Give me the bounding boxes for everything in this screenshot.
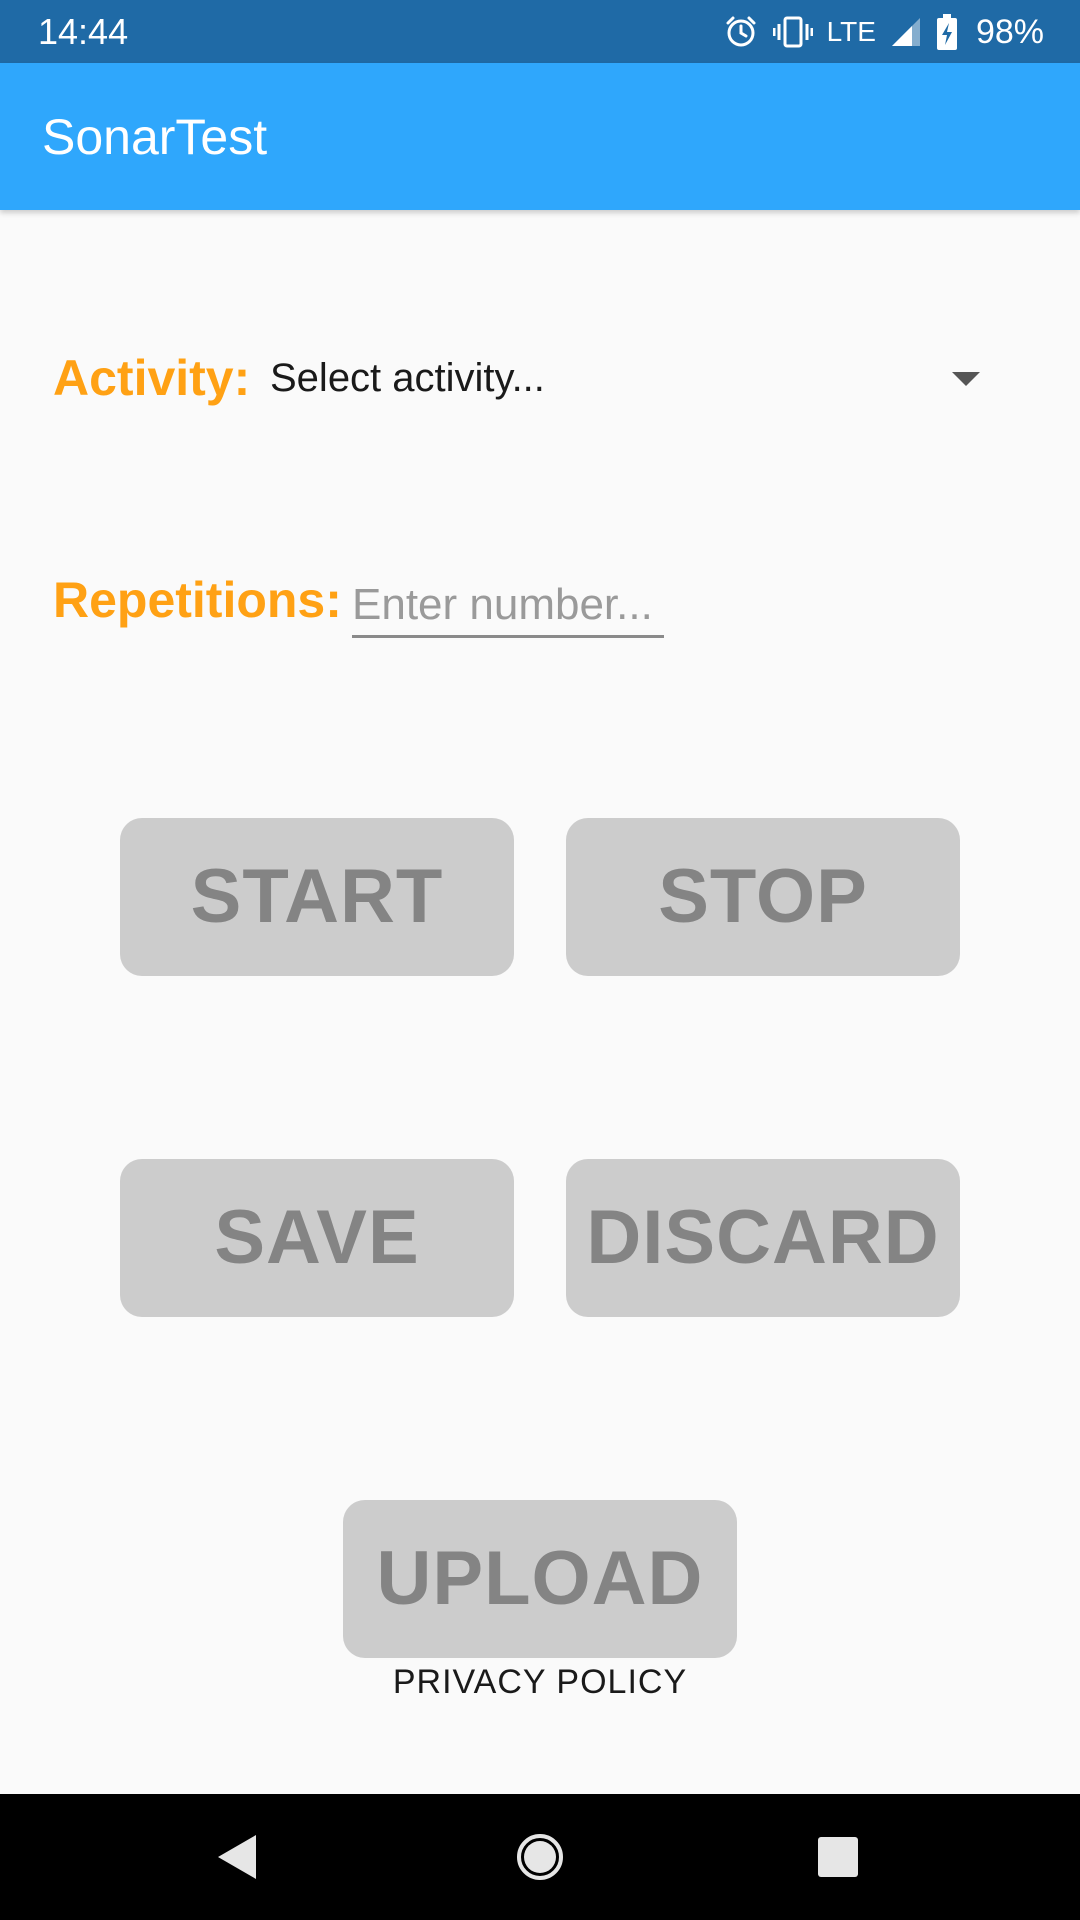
discard-button[interactable]: DISCARD (566, 1159, 960, 1317)
navigation-bar (0, 1794, 1080, 1920)
recents-icon[interactable] (808, 1827, 868, 1887)
network-type: LTE (826, 16, 876, 47)
stop-button[interactable]: STOP (566, 818, 960, 976)
status-bar: 14:44 LTE 98% (0, 0, 1080, 63)
status-time: 14:44 (38, 11, 129, 52)
upload-button[interactable]: UPLOAD (343, 1500, 737, 1658)
repetitions-label: Repetitions: (53, 572, 342, 628)
app-screen: 14:44 LTE 98% SonarTest Activity: Select… (0, 0, 1080, 1920)
home-icon[interactable] (510, 1827, 570, 1887)
back-icon[interactable] (208, 1827, 268, 1887)
activity-dropdown[interactable]: Select activity... (270, 350, 990, 412)
activity-label: Activity: (53, 350, 251, 406)
start-button[interactable]: START (120, 818, 514, 976)
app-title: SonarTest (42, 109, 268, 165)
status-icons: LTE 98% (723, 10, 1044, 54)
activity-selected-value: Select activity... (270, 356, 545, 400)
privacy-policy-link[interactable]: PRIVACY POLICY (0, 1666, 1080, 1704)
save-button[interactable]: SAVE (120, 1159, 514, 1317)
battery-charging-icon (936, 14, 958, 50)
repetitions-input[interactable] (352, 574, 664, 638)
alarm-icon (723, 14, 759, 50)
vibrate-icon (772, 14, 813, 50)
battery-level: 98% (975, 13, 1044, 51)
privacy-policy-label: PRIVACY POLICY (392, 1666, 688, 1701)
app-bar: SonarTest (0, 63, 1080, 210)
dropdown-arrow-icon (952, 372, 980, 386)
signal-icon (890, 16, 922, 48)
